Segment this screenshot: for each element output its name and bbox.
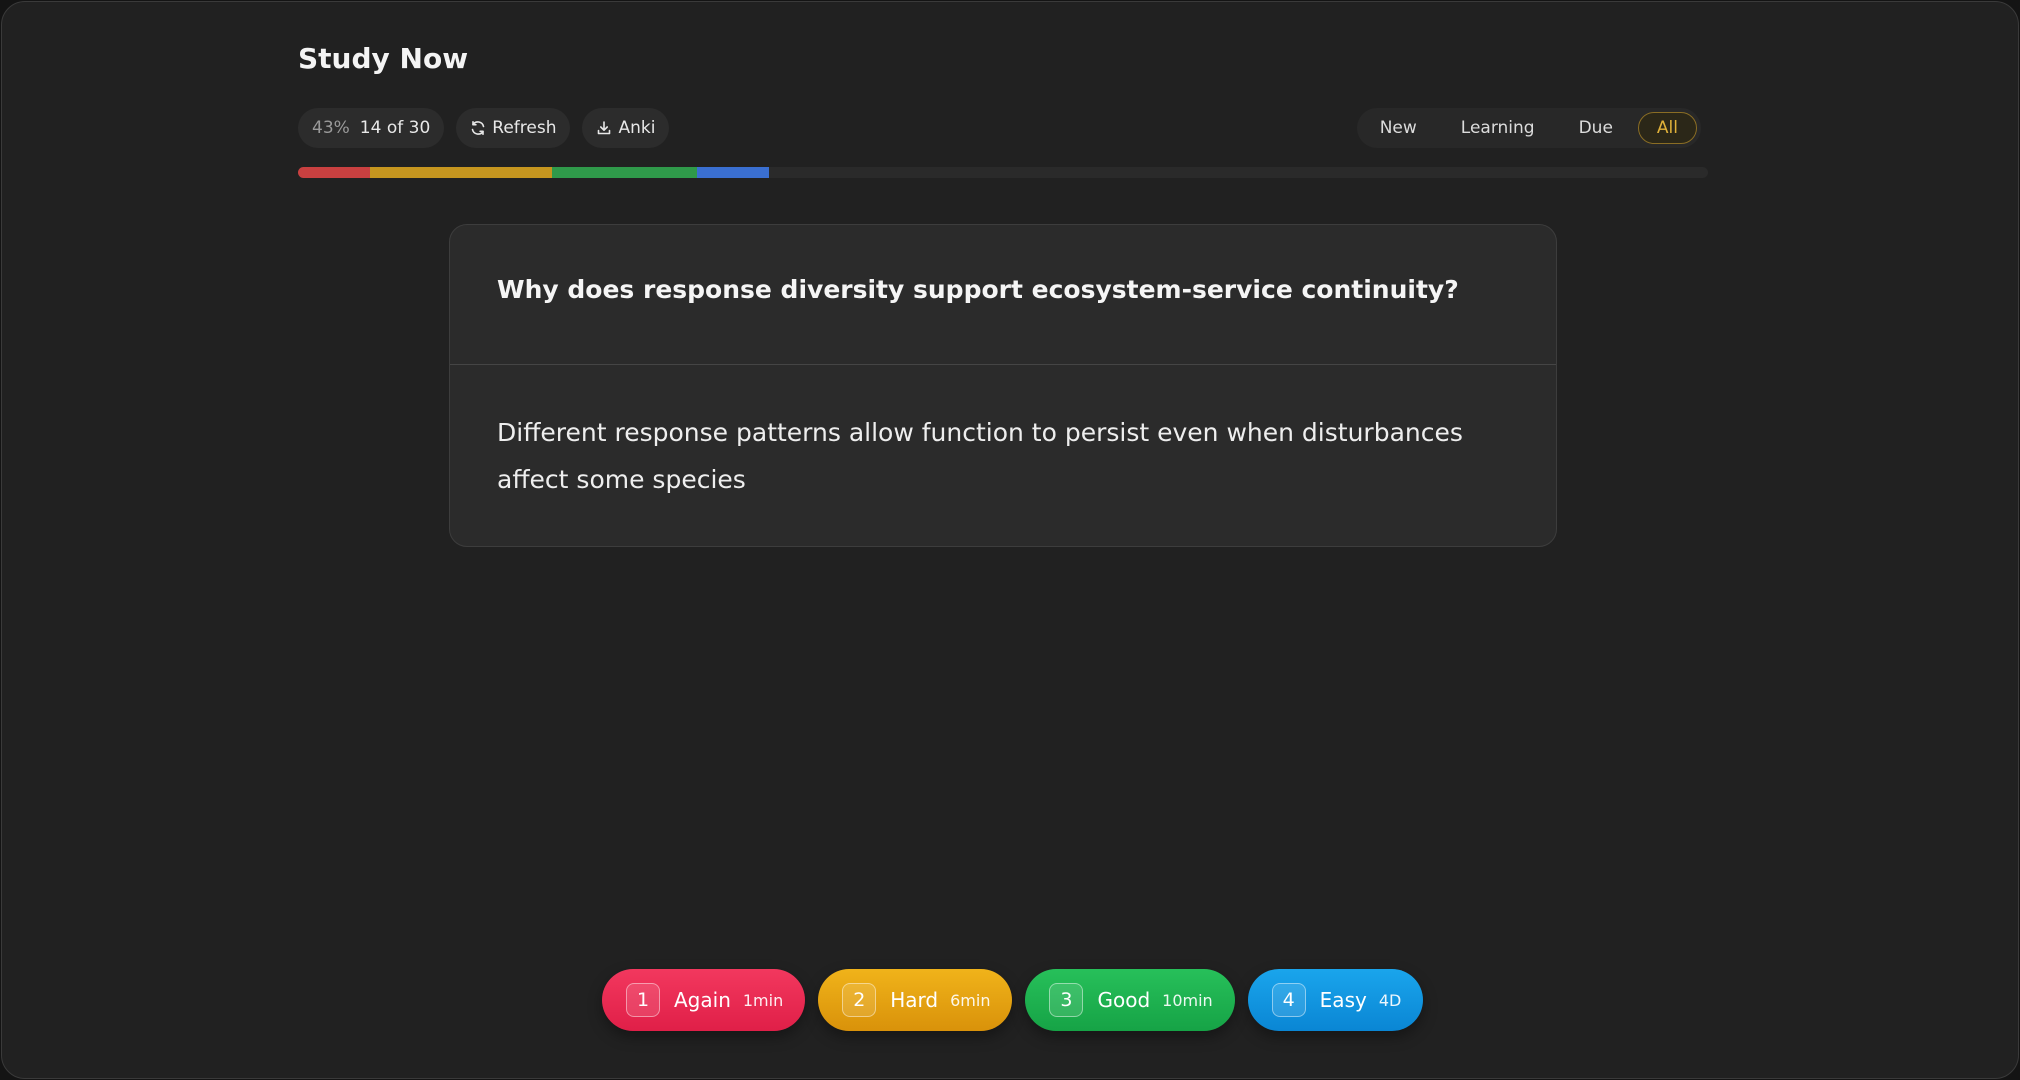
- easy-interval: 4D: [1378, 990, 1402, 1010]
- anki-export-button[interactable]: Anki: [582, 108, 670, 148]
- refresh-label: Refresh: [492, 118, 557, 138]
- filter-all[interactable]: All: [1637, 112, 1697, 144]
- good-interval: 10min: [1162, 990, 1213, 1010]
- progress-percent: 43%: [312, 118, 350, 138]
- flashcard: Why does response diversity support ecos…: [449, 224, 1557, 547]
- card-divider: [450, 364, 1556, 365]
- easy-shortcut-key: 4: [1271, 983, 1306, 1017]
- hard-button[interactable]: 2 Hard 6min: [818, 969, 1013, 1031]
- progress-segment-hard: [369, 167, 552, 178]
- card-filter-tabs: New Learning Due All: [1356, 108, 1701, 148]
- hard-shortcut-key: 2: [842, 983, 877, 1017]
- refresh-button[interactable]: Refresh: [456, 108, 571, 148]
- page-title: Study Now: [298, 42, 469, 75]
- again-button[interactable]: 1 Again 1min: [602, 969, 806, 1031]
- study-window: Study Now 43% 14 of 30 Refresh Anki New: [1, 1, 2019, 1079]
- again-label: Again: [674, 988, 731, 1012]
- hard-interval: 6min: [950, 990, 991, 1010]
- progress-segment-easy: [697, 167, 769, 178]
- toolbar: 43% 14 of 30 Refresh Anki: [298, 108, 670, 148]
- filter-due[interactable]: Due: [1560, 112, 1632, 144]
- again-interval: 1min: [742, 990, 784, 1010]
- filter-new[interactable]: New: [1361, 112, 1436, 144]
- good-shortcut-key: 3: [1049, 983, 1084, 1017]
- anki-label: Anki: [618, 118, 656, 138]
- card-question: Why does response diversity support ecos…: [497, 275, 1459, 304]
- answer-buttons: 1 Again 1min 2 Hard 6min 3 Good 10min 4 …: [602, 969, 1424, 1031]
- progress-count: 14 of 30: [359, 118, 431, 138]
- easy-button[interactable]: 4 Easy 4D: [1247, 969, 1424, 1031]
- hard-label: Hard: [890, 988, 939, 1012]
- filter-learning[interactable]: Learning: [1442, 112, 1554, 144]
- good-label: Good: [1097, 988, 1151, 1012]
- refresh-icon: [471, 121, 485, 135]
- progress-count-badge: 43% 14 of 30: [298, 108, 445, 148]
- card-answer: Different response patterns allow functi…: [497, 418, 1463, 494]
- good-button[interactable]: 3 Good 10min: [1025, 969, 1235, 1031]
- easy-label: Easy: [1319, 988, 1367, 1012]
- again-shortcut-key: 1: [626, 983, 660, 1017]
- progress-segment-again: [298, 167, 370, 178]
- session-progress-bar: [298, 167, 1708, 178]
- progress-segment-good: [551, 167, 697, 178]
- download-icon: [598, 121, 611, 135]
